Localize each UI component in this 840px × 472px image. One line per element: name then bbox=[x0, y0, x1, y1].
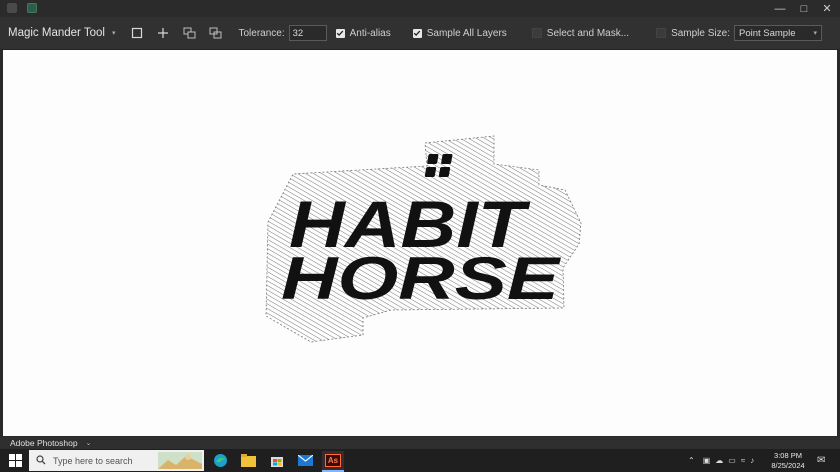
volume-icon[interactable]: ♪ bbox=[750, 456, 754, 465]
microsoft-store-icon[interactable] bbox=[266, 451, 288, 470]
new-selection-icon[interactable] bbox=[128, 24, 146, 42]
tolerance-label: Tolerance: bbox=[238, 27, 285, 39]
tolerance-input[interactable]: 32 bbox=[288, 25, 327, 41]
sample-size-checkbox[interactable] bbox=[656, 28, 667, 38]
anti-alias-label: Anti-alias bbox=[349, 27, 391, 39]
clock-time: 3:08 PM bbox=[774, 451, 802, 460]
mail-icon[interactable] bbox=[294, 451, 316, 470]
select-and-mask-checkbox[interactable] bbox=[531, 28, 542, 38]
close-button[interactable]: ✕ bbox=[814, 0, 840, 17]
search-highlight-image bbox=[158, 452, 202, 469]
tray-cloud-icon[interactable]: ☁ bbox=[715, 456, 723, 465]
sample-all-layers-label: Sample All Layers bbox=[426, 27, 507, 39]
add-to-selection-icon[interactable] bbox=[154, 24, 172, 42]
sample-size-value: Point Sample bbox=[738, 27, 796, 39]
edge-icon[interactable] bbox=[209, 451, 231, 470]
tool-options-bar: Magic Mander Tool ▾ Tolerance: 32 Anti-a… bbox=[0, 17, 840, 50]
app-icon bbox=[7, 3, 17, 13]
status-chevron-down-icon[interactable]: ⌄ bbox=[86, 439, 92, 447]
taskbar-search-box[interactable]: Type here to search bbox=[29, 450, 204, 471]
animate-app-label: As bbox=[324, 454, 342, 467]
window-title-bar: — □ ✕ bbox=[0, 0, 840, 17]
logo-text-line-2: HORSE bbox=[281, 245, 562, 312]
notifications-icon[interactable]: ✉ bbox=[817, 449, 825, 472]
select-and-mask-button[interactable]: Select and Mask... bbox=[547, 28, 629, 39]
system-tray: ⌃ ▣ ☁ ▭ ≈ ♪ bbox=[688, 449, 759, 472]
subtract-from-selection-icon[interactable] bbox=[180, 24, 198, 42]
animate-app-icon[interactable]: As bbox=[322, 451, 344, 472]
sample-all-layers-checkbox[interactable] bbox=[412, 28, 422, 38]
windows-logo-icon bbox=[9, 454, 22, 467]
file-explorer-icon[interactable] bbox=[237, 451, 259, 470]
tray-app-icon[interactable]: ▣ bbox=[703, 456, 711, 465]
windows-taskbar: Type here to search As ⌃ ▣ ☁ ▭ ≈ ♪ 3:08 … bbox=[0, 449, 840, 472]
document-canvas[interactable]: HABIT HORSE bbox=[3, 50, 837, 436]
clock-date: 8/25/2024 bbox=[771, 461, 805, 470]
status-bar: Adobe Photoshop ⌄ bbox=[0, 437, 840, 449]
show-hidden-icons-chevron-icon[interactable]: ⌃ bbox=[688, 456, 695, 465]
minimize-button[interactable]: — bbox=[767, 0, 793, 17]
intersect-selection-icon[interactable] bbox=[206, 24, 224, 42]
battery-icon[interactable]: ▭ bbox=[728, 456, 736, 465]
search-placeholder: Type here to search bbox=[53, 455, 133, 466]
canvas-artwork: HABIT HORSE bbox=[265, 135, 582, 343]
document-icon bbox=[27, 3, 37, 13]
search-icon bbox=[36, 454, 46, 467]
tool-name[interactable]: Magic Mander Tool bbox=[8, 27, 105, 39]
tool-preset-dropdown-icon[interactable]: ▾ bbox=[112, 29, 116, 37]
chevron-down-icon: ▾ bbox=[813, 30, 817, 37]
status-app-name[interactable]: Adobe Photoshop bbox=[10, 438, 78, 448]
wifi-icon[interactable]: ≈ bbox=[741, 456, 745, 465]
sample-size-label: Sample Size: bbox=[671, 27, 730, 39]
start-button[interactable] bbox=[9, 454, 22, 472]
taskbar-clock[interactable]: 3:08 PM 8/25/2024 bbox=[760, 451, 816, 471]
sample-size-select[interactable]: Point Sample ▾ bbox=[733, 25, 822, 41]
anti-alias-checkbox[interactable] bbox=[335, 28, 345, 38]
